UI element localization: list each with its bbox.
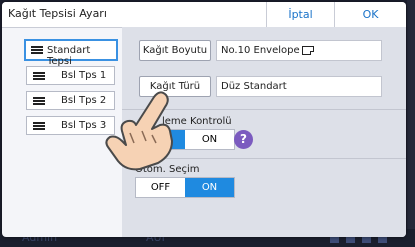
desktop-edge — [407, 0, 415, 247]
tray-item-label: Bsl Tps 1 — [61, 70, 107, 81]
tray-icon — [33, 72, 45, 80]
tray-icon — [33, 122, 45, 130]
auto-select-on-option[interactable]: ON — [185, 178, 234, 197]
tray-icon — [33, 97, 45, 105]
ok-button[interactable]: OK — [335, 2, 406, 27]
dialog-title: Kağıt Tepsisi Ayarı — [8, 7, 107, 20]
paper-type-field: Düz Standart — [216, 76, 382, 97]
feed-check-on-option[interactable]: ON — [185, 130, 234, 149]
auto-select-toggle[interactable]: OFF ON — [135, 177, 235, 198]
pointing-hand-icon — [105, 91, 173, 171]
paper-type-value: Düz Standart — [221, 81, 287, 92]
auto-select-off-option[interactable]: OFF — [136, 178, 185, 197]
help-icon[interactable]: ? — [234, 130, 253, 149]
cancel-button[interactable]: İptal — [267, 2, 334, 27]
paper-tray-dialog: Kağıt Tepsisi Ayarı İptal OK Standart Te… — [2, 2, 406, 237]
tray-item-standard[interactable]: Standart Tepsi — [24, 39, 118, 67]
paper-size-button[interactable]: Kağıt Boyutu — [139, 40, 211, 61]
tray-icon — [31, 46, 43, 54]
envelope-icon — [301, 45, 314, 55]
tray-item-bsl-1[interactable]: Bsl Tps 1 — [26, 66, 115, 85]
paper-size-value: No.10 Envelope — [221, 45, 300, 56]
paper-size-field: No.10 Envelope — [216, 40, 382, 61]
dialog-titlebar: Kağıt Tepsisi Ayarı İptal OK — [2, 2, 406, 28]
tray-item-label: Standart Tepsi — [47, 45, 91, 67]
